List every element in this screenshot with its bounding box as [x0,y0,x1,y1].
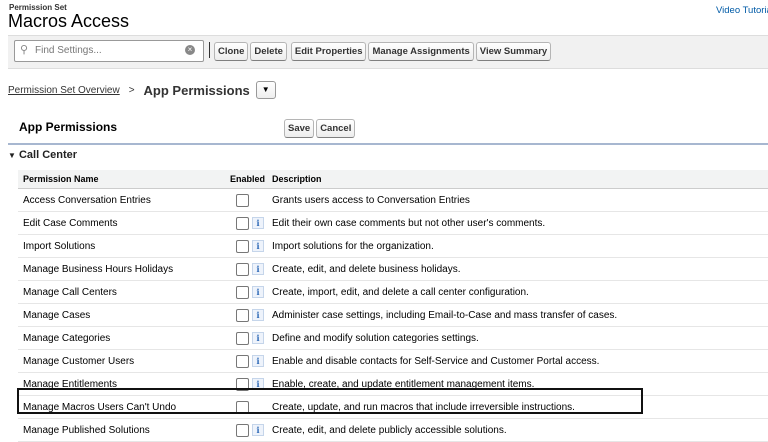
enabled-cell: i [228,303,268,327]
search-icon: ⚲ [20,44,29,56]
permission-description: Create, edit, and delete business holida… [267,257,768,281]
permission-description: Enable and disable contacts for Self-Ser… [267,349,768,373]
info-icon[interactable]: i [252,332,264,344]
table-row: Import Solutions i Import solutions for … [18,234,768,258]
permission-name: Manage Cases [18,303,228,327]
table-row: Manage Categories i Define and modify so… [18,326,768,350]
info-icon[interactable]: i [252,240,264,252]
breadcrumb-link[interactable]: Permission Set Overview [8,85,120,96]
col-permission-name: Permission Name [18,170,228,189]
info-icon[interactable]: i [252,263,264,275]
info-icon[interactable]: i [252,309,264,321]
permission-name: Manage Published Solutions [18,418,228,442]
enabled-checkbox[interactable] [236,262,249,276]
permission-name: Edit Case Comments [18,211,228,235]
edit-properties-button[interactable]: Edit Properties [290,42,367,61]
enabled-cell: i [228,211,268,235]
enabled-cell: i [228,234,268,258]
permission-description: Create, edit, and delete publicly access… [267,418,768,442]
clone-button[interactable]: Clone [214,42,249,61]
enabled-cell: i [228,326,268,350]
table-row: Access Conversation Entries Grants users… [18,188,768,212]
permission-description: Administer case settings, including Emai… [267,303,768,327]
enabled-checkbox[interactable] [236,216,249,230]
enabled-checkbox[interactable] [236,239,249,253]
clear-icon[interactable]: × [185,45,195,55]
page-title: Macros Access [8,11,130,31]
enabled-cell: i [228,280,268,304]
group-title: Call Center [18,149,78,161]
enabled-checkbox[interactable] [236,423,249,437]
permission-name: Import Solutions [18,234,228,258]
enabled-cell: i [228,257,268,281]
table-row: Edit Case Comments i Edit their own case… [18,211,768,235]
enabled-cell: i [228,418,268,442]
save-button[interactable]: Save [284,119,315,138]
view-summary-button[interactable]: View Summary [475,42,552,61]
divider [209,42,210,58]
table-row: Manage Cases i Administer case settings,… [18,303,768,327]
enabled-checkbox[interactable] [236,193,249,207]
search-placeholder: Find Settings... [35,45,102,56]
info-icon[interactable]: i [252,286,264,298]
table-row: Manage Customer Users i Enable and disab… [18,349,768,373]
permission-description: Grants users access to Conversation Entr… [267,188,768,212]
permission-name: Access Conversation Entries [18,188,228,212]
permission-description: Create, import, edit, and delete a call … [267,280,768,304]
col-description: Description [267,170,768,189]
enabled-cell [228,188,268,212]
toolbar-buttons: Clone Delete Edit Properties Manage Assignm… [214,41,553,61]
section-divider [8,143,768,145]
enabled-cell: i [228,349,268,373]
breadcrumb-dropdown[interactable]: ▼ [255,81,276,99]
permission-name: Manage Business Hours Holidays [18,257,228,281]
col-enabled: Enabled [228,170,268,189]
section-buttons: Save Cancel [284,118,357,138]
table-row: Manage Call Centers i Create, import, ed… [18,280,768,304]
info-icon[interactable]: i [252,424,264,436]
highlight-box [17,388,643,414]
table-row: Manage Published Solutions i Create, edi… [18,418,768,442]
info-icon[interactable]: i [252,217,264,229]
permission-name: Manage Categories [18,326,228,350]
info-icon[interactable]: i [252,355,264,367]
enabled-checkbox[interactable] [236,331,249,345]
toolbar: ⚲ Find Settings... × Clone Delete Edit Pro… [8,35,768,69]
permission-name: Manage Customer Users [18,349,228,373]
group-header-call-center[interactable]: ▼ Call Center [8,149,77,161]
enabled-checkbox[interactable] [236,285,249,299]
table-row: Manage Business Hours Holidays i Create,… [18,257,768,281]
delete-button[interactable]: Delete [250,42,287,61]
breadcrumb-separator: > [128,84,135,96]
manage-assignments-button[interactable]: Manage Assignments [368,42,474,61]
breadcrumb-current: App Permissions [143,82,250,98]
permission-description: Import solutions for the organization. [267,234,768,258]
breadcrumb: Permission Set Overview > App Permission… [8,81,276,99]
collapse-triangle-icon: ▼ [8,151,16,160]
cancel-button[interactable]: Cancel [316,119,356,138]
video-tutorial-link[interactable]: Video Tutorial [716,5,768,16]
permission-description: Define and modify solution categories se… [267,326,768,350]
enabled-checkbox[interactable] [236,354,249,368]
section-title: App Permissions [19,120,118,134]
permission-description: Edit their own case comments but not oth… [267,211,768,235]
enabled-checkbox[interactable] [236,308,249,322]
search-input[interactable]: ⚲ Find Settings... × [14,40,204,62]
permission-name: Manage Call Centers [18,280,228,304]
